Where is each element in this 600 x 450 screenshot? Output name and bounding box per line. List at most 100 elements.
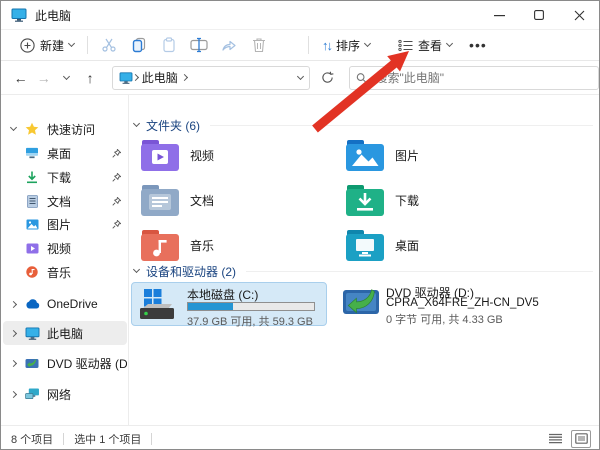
desktop-folder-icon: [345, 229, 385, 262]
view-button-label: 查看: [418, 37, 442, 54]
section-header-label: 文件夹 (6): [146, 117, 200, 134]
pin-icon: [112, 149, 121, 158]
drive-tile-local-disk-c[interactable]: 本地磁盘 (C:) 37.9 GB 可用, 共 59.3 GB: [131, 282, 327, 326]
title-bar: 此电脑: [1, 1, 599, 29]
pin-icon: [112, 173, 121, 182]
cut-button[interactable]: [94, 33, 124, 57]
breadcrumb-item[interactable]: 此电脑: [142, 69, 178, 86]
music-folder-icon: [140, 229, 180, 262]
sort-arrows-icon: ↑↓: [322, 38, 331, 53]
item-count: 8 个项目: [11, 431, 53, 447]
sidebar-item-this-pc[interactable]: 此电脑: [3, 321, 127, 345]
sidebar-item-quick-access[interactable]: 快速访问: [3, 117, 127, 141]
paste-button[interactable]: [154, 33, 184, 57]
sidebar-item-label: 视频: [47, 240, 127, 257]
cut-icon: [101, 37, 117, 53]
sidebar-item-label: 此电脑: [47, 325, 127, 342]
close-button[interactable]: [559, 1, 599, 29]
breadcrumb[interactable]: 此电脑: [112, 66, 310, 90]
folder-label: 图片: [395, 147, 419, 164]
search-box: [349, 66, 599, 90]
trash-icon: [252, 37, 266, 53]
drive-free-space: 37.9 GB 可用, 共 59.3 GB: [187, 313, 313, 329]
folder-label: 文档: [190, 192, 214, 209]
selected-count: 选中 1 个项目: [74, 431, 141, 447]
search-input[interactable]: [373, 70, 592, 86]
back-button[interactable]: ←: [9, 66, 32, 90]
folder-tile-music[interactable]: 音乐: [138, 225, 338, 265]
forward-button[interactable]: →: [32, 66, 55, 90]
chevron-down-icon: [68, 40, 75, 47]
details-view-button[interactable]: [545, 430, 565, 448]
command-toolbar: 新建: [1, 29, 599, 61]
up-button[interactable]: ↑: [79, 66, 102, 90]
picture-icon: [26, 219, 39, 230]
sidebar-item-downloads[interactable]: 下载: [3, 165, 127, 189]
folder-tile-videos[interactable]: 视频: [138, 135, 338, 175]
pin-icon: [112, 197, 121, 206]
maximize-button[interactable]: [519, 1, 559, 29]
videos-folder-icon: [140, 139, 180, 172]
refresh-button[interactable]: [316, 66, 339, 90]
documents-folder-icon: [140, 184, 180, 217]
close-icon: [574, 10, 585, 21]
large-icons-view-button[interactable]: [571, 430, 591, 448]
status-divider: [63, 433, 64, 445]
more-options-button[interactable]: •••: [469, 37, 487, 53]
share-icon: [221, 37, 237, 53]
folder-tile-downloads[interactable]: 下载: [343, 180, 543, 220]
sidebar-item-pictures[interactable]: 图片: [3, 212, 127, 236]
new-button[interactable]: 新建: [13, 33, 81, 58]
sidebar-item-dvd-drive[interactable]: DVD 驱动器 (D:) CPRA_X64FRE_ZH-CN_DV5: [3, 351, 127, 375]
sidebar-item-network[interactable]: 网络: [3, 382, 127, 406]
folder-label: 音乐: [190, 237, 214, 254]
document-icon: [27, 195, 38, 208]
sort-button-label: 排序: [336, 37, 360, 54]
sidebar-item-documents[interactable]: 文档: [3, 189, 127, 213]
share-button[interactable]: [214, 33, 244, 57]
view-button[interactable]: 查看: [391, 33, 459, 58]
pictures-folder-icon: [345, 139, 385, 172]
delete-button[interactable]: [244, 33, 274, 57]
folder-tile-documents[interactable]: 文档: [138, 180, 338, 220]
folder-tile-desktop[interactable]: 桌面: [343, 225, 543, 265]
copy-icon: [131, 37, 147, 53]
chevron-down-icon: [133, 266, 140, 273]
sort-button[interactable]: ↑↓ 排序: [315, 33, 377, 58]
devices-section-header[interactable]: 设备和驱动器 (2): [134, 262, 593, 280]
sidebar-item-label: OneDrive: [47, 297, 127, 311]
status-bar: 8 个项目 选中 1 个项目: [1, 425, 599, 450]
drive-name: 本地磁盘 (C:): [187, 286, 258, 303]
section-divider: [246, 271, 593, 272]
chevron-down-icon: [364, 40, 371, 47]
drive-volume-label: CPRA_X64FRE_ZH-CN_DV5: [386, 297, 539, 309]
rename-icon: [190, 37, 208, 53]
sidebar-item-label: 下载: [47, 169, 112, 186]
sidebar-item-videos[interactable]: 视频: [3, 236, 127, 260]
drive-tile-dvd-d[interactable]: DVD 驱动器 (D:) CPRA_X64FRE_ZH-CN_DV5 0 字节 …: [336, 284, 566, 328]
folders-section-header[interactable]: 文件夹 (6): [134, 116, 593, 134]
rename-button[interactable]: [184, 33, 214, 57]
address-dropdown-icon[interactable]: [297, 72, 304, 79]
sidebar-item-onedrive[interactable]: OneDrive: [3, 292, 127, 316]
music-icon: [26, 266, 38, 278]
paste-icon: [161, 37, 177, 53]
dvd-drive-icon: [25, 358, 39, 369]
chevron-right-icon: [9, 359, 16, 366]
chevron-right-icon: [9, 300, 16, 307]
folder-tile-pictures[interactable]: 图片: [343, 135, 543, 175]
sidebar-item-label: 文档: [47, 193, 112, 210]
section-header-label: 设备和驱动器 (2): [146, 263, 236, 280]
plus-circle-icon: [20, 38, 35, 53]
copy-button[interactable]: [124, 33, 154, 57]
window-title: 此电脑: [35, 7, 71, 24]
sidebar-item-music[interactable]: 音乐: [3, 260, 127, 284]
sidebar-item-desktop[interactable]: 桌面: [3, 141, 127, 165]
minimize-icon: [494, 10, 505, 21]
sidebar-item-label: 网络: [47, 386, 127, 403]
this-pc-monitor-icon: [11, 8, 27, 22]
history-dropdown-button[interactable]: [55, 66, 78, 90]
chevron-down-icon: [133, 120, 140, 127]
folder-label: 桌面: [395, 237, 419, 254]
minimize-button[interactable]: [479, 1, 519, 29]
